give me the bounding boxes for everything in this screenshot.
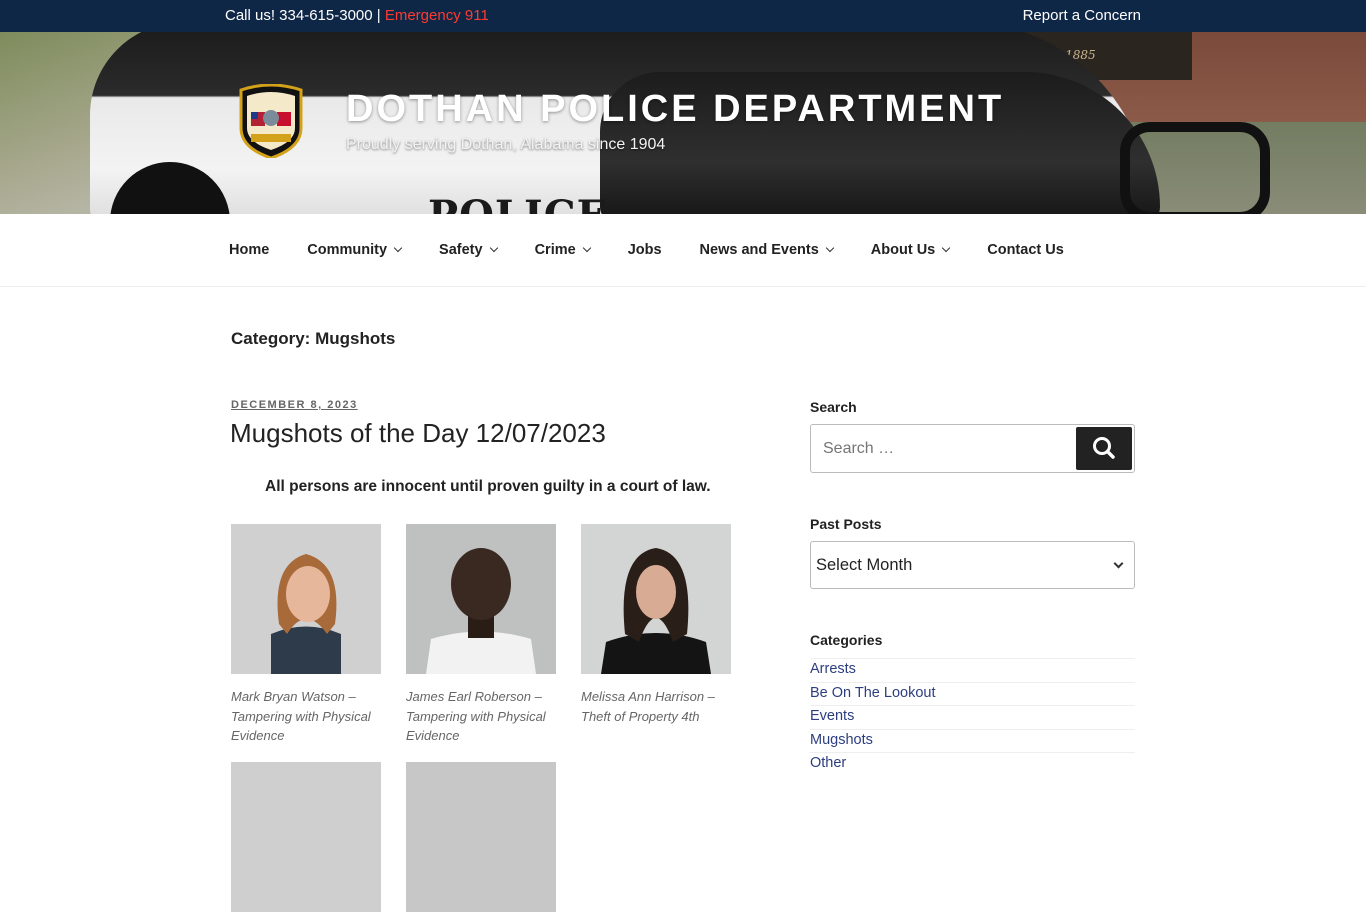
nav-item-home[interactable]: Home [210,242,288,258]
nav-item-crime[interactable]: Crime [516,242,609,258]
mugshot-caption: Mark Bryan Watson – Tampering with Physi… [231,689,371,743]
emergency-link[interactable]: Emergency 911 [385,7,489,24]
mugshot-card: James Earl Roberson – Tampering with Phy… [406,524,556,746]
push-bar [1120,122,1270,214]
category-link-mugshots[interactable]: Mugshots [810,728,1135,753]
mugshot-caption: Melissa Ann Harrison – Theft of Property… [581,689,715,724]
chevron-down-icon [393,243,403,253]
past-posts-widget-title: Past Posts [810,516,882,532]
mugshot-photo[interactable] [406,762,556,912]
nav-item-jobs[interactable]: Jobs [609,242,681,258]
category-link-other[interactable]: Other [810,752,1135,776]
chevron-down-icon [1113,558,1124,569]
nav-label: Community [307,242,388,258]
search-widget-title: Search [810,399,857,415]
mugshot-card [231,762,381,912]
chevron-down-icon [582,243,591,253]
mugshot-card: Melissa Ann Harrison – Theft of Property… [581,524,731,726]
car-police-text: POLICE [428,192,608,214]
chevron-down-icon [489,243,498,253]
nav-item-contact-us[interactable]: Contact Us [968,242,1083,258]
nav-item-safety[interactable]: Safety [420,242,516,258]
nav-label: Contact Us [987,242,1064,258]
nav-label: Home [229,242,270,258]
post-date-link[interactable]: DECEMBER 8, 2023 [231,399,358,411]
categories-list: Arrests Be On The Lookout Events Mugshot… [810,658,1135,776]
main-navigation: Home Community Safety Crime Jobs News an… [0,214,1366,287]
post-title[interactable]: Mugshots of the Day 12/07/2023 [230,418,606,449]
report-concern-link[interactable]: Report a Concern [1023,7,1141,24]
site-title[interactable]: DOTHAN POLICE DEPARTMENT [346,88,1004,131]
search-button[interactable] [1076,427,1132,470]
category-link-events[interactable]: Events [810,705,1135,729]
page-title: Category: Mugshots [231,329,396,348]
select-value: Select Month [816,556,913,574]
nav-label: Crime [534,242,576,258]
nav-label: News and Events [699,242,819,258]
call-text: Call us! 334-615-3000 | [225,7,385,24]
categories-widget-title: Categories [810,632,883,648]
nav-item-community[interactable]: Community [288,242,420,258]
innocence-disclaimer: All persons are innocent until proven gu… [265,478,711,495]
mugshot-photo[interactable] [231,762,381,912]
chevron-down-icon [941,243,951,253]
category-link-be-on-the-lookout[interactable]: Be On The Lookout [810,681,1135,706]
search-input[interactable] [811,425,1071,472]
mugshot-card [406,762,556,912]
archive-month-select[interactable]: Select Month [810,541,1135,589]
nav-item-news-and-events[interactable]: News and Events [681,242,852,258]
nav-label: Safety [439,242,483,258]
nav-label: Jobs [627,242,662,258]
nav-item-about-us[interactable]: About Us [852,242,968,258]
mugshot-photo[interactable] [581,524,731,674]
department-badge-logo[interactable] [237,84,305,158]
chevron-down-icon [825,243,835,253]
site-tagline: Proudly serving Dothan, Alabama since 19… [346,136,666,153]
top-bar: Call us! 334-615-3000 | Emergency 911 Re… [0,0,1366,32]
search-icon [1093,437,1115,459]
mugshot-photo[interactable] [406,524,556,674]
mugshot-photo[interactable] [231,524,381,674]
nav-label: About Us [870,242,936,258]
mugshot-card: Mark Bryan Watson – Tampering with Physi… [231,524,381,746]
contact-line: Call us! 334-615-3000 | Emergency 911 [225,7,489,24]
mugshot-caption: James Earl Roberson – Tampering with Phy… [406,689,546,743]
category-link-arrests[interactable]: Arrests [810,658,1135,682]
